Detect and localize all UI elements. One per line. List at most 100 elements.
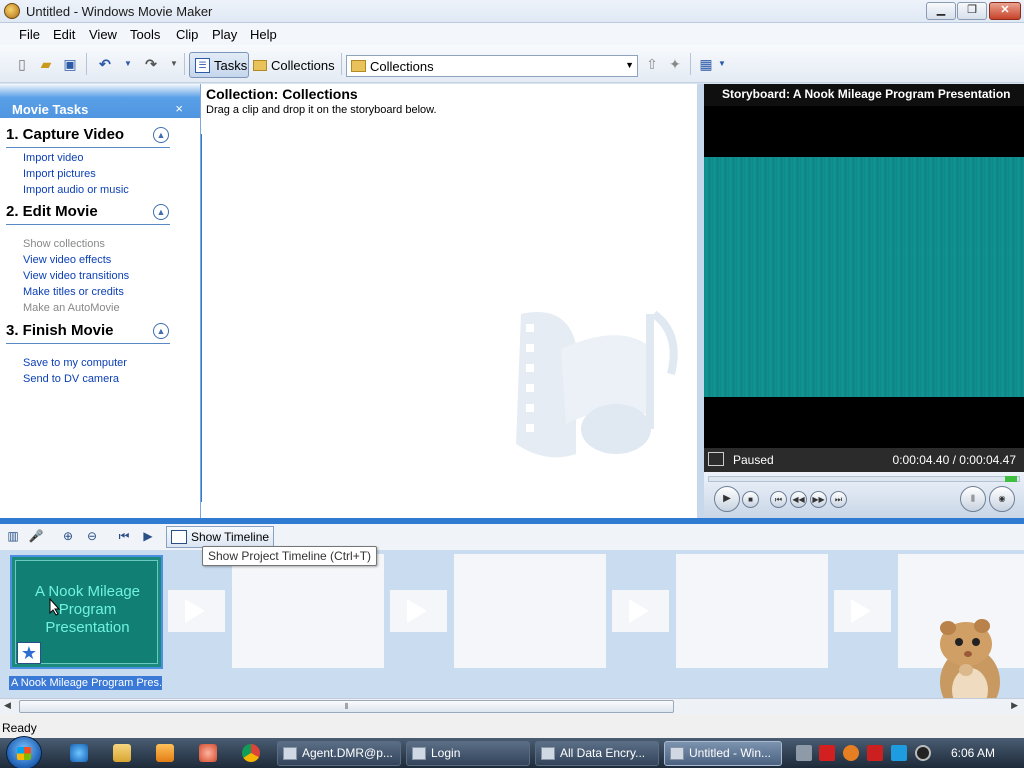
views-icon[interactable]: ▦: [698, 56, 714, 72]
empty-clip-slot[interactable]: [676, 554, 828, 668]
pane-divider: [201, 134, 202, 502]
empty-clip-slot[interactable]: [232, 554, 384, 668]
storyboard-clip[interactable]: A Nook Mileage Program Presentation ★: [10, 555, 163, 669]
menu-help[interactable]: Help: [250, 27, 277, 42]
tray-network-icon[interactable]: [796, 745, 812, 761]
collapse-icon[interactable]: ▲: [153, 127, 169, 143]
task-import-pictures[interactable]: Import pictures: [23, 166, 170, 182]
zoom-out-icon[interactable]: ⊖: [84, 529, 100, 545]
tasks-button[interactable]: ☰ Tasks: [189, 52, 249, 78]
scroll-left-icon[interactable]: ◀: [4, 700, 11, 711]
window-icon: [541, 747, 555, 760]
taskbar-item-login[interactable]: Login: [406, 741, 530, 766]
save-project-icon[interactable]: ▣: [62, 56, 78, 72]
close-button[interactable]: ✕: [989, 2, 1021, 20]
internet-explorer-icon[interactable]: [70, 744, 88, 762]
start-button[interactable]: [6, 736, 42, 768]
undo-dropdown-icon[interactable]: ▼: [120, 56, 136, 72]
tray-flag-icon[interactable]: [867, 745, 883, 761]
tray-display-icon[interactable]: [891, 745, 907, 761]
task-save-to-computer[interactable]: Save to my computer: [23, 355, 170, 371]
quick-launch-app-icon[interactable]: [199, 744, 217, 762]
pane-splitter[interactable]: [697, 84, 704, 518]
playback-controls: ▶ ■ ⏮ ◀◀ ▶▶ ⏭ ⫼ ◉: [704, 472, 1024, 518]
split-clip-icon[interactable]: ⫼: [960, 486, 986, 512]
movie-maker-app-icon[interactable]: [4, 3, 20, 19]
task-send-to-dv-camera[interactable]: Send to DV camera: [23, 371, 170, 387]
menu-file[interactable]: File: [19, 27, 40, 42]
scrollbar-thumb[interactable]: ⦀: [19, 700, 674, 713]
storyboard-horizontal-scrollbar[interactable]: ◀ ⦀ ▶: [0, 698, 1024, 714]
new-project-icon[interactable]: ▯: [14, 56, 30, 72]
redo-icon[interactable]: ↷: [143, 56, 159, 72]
chrome-icon[interactable]: [242, 744, 260, 762]
storyboard[interactable]: A Nook Mileage Program Presentation ★ A …: [0, 550, 1024, 698]
take-picture-icon[interactable]: ◉: [989, 486, 1015, 512]
full-screen-icon[interactable]: [708, 452, 724, 466]
section-capture-video: 1. Capture Video ▲ Import video Import pi…: [6, 126, 170, 198]
minimize-button[interactable]: ▁: [926, 2, 956, 20]
empty-clip-slot[interactable]: [454, 554, 606, 668]
tray-antivirus-icon[interactable]: [819, 745, 835, 761]
transition-slot[interactable]: [168, 590, 225, 632]
preview-title: Storyboard: A Nook Mileage Program Prese…: [704, 84, 1024, 106]
rewind-icon[interactable]: ◀◀: [790, 491, 807, 508]
stop-button[interactable]: ■: [742, 491, 759, 508]
narrate-icon[interactable]: 🎤: [28, 529, 44, 545]
taskbar-item-agent[interactable]: Agent.DMR@p...: [277, 741, 401, 766]
taskbar-clock[interactable]: 6:06 AM: [951, 746, 995, 760]
up-folder-icon[interactable]: ⇧: [644, 56, 660, 72]
redo-dropdown-icon[interactable]: ▼: [166, 56, 182, 72]
task-import-audio[interactable]: Import audio or music: [23, 182, 170, 198]
menu-clip[interactable]: Clip: [176, 27, 198, 42]
menu-view[interactable]: View: [89, 27, 117, 42]
media-player-icon[interactable]: [156, 744, 174, 762]
taskbar-item-all-data[interactable]: All Data Encry...: [535, 741, 659, 766]
task-view-video-transitions[interactable]: View video transitions: [23, 268, 170, 284]
taskbar-item-movie-maker[interactable]: Untitled - Win...: [664, 741, 782, 766]
chevron-down-icon: ▼: [625, 60, 634, 70]
transition-slot[interactable]: [834, 590, 891, 632]
seek-bar[interactable]: [708, 476, 1020, 482]
scroll-right-icon[interactable]: ▶: [1011, 700, 1018, 711]
menu-play[interactable]: Play: [212, 27, 237, 42]
new-collection-folder-icon[interactable]: ✦: [667, 56, 683, 72]
restore-button[interactable]: ❐: [957, 2, 987, 20]
menu-tools[interactable]: Tools: [130, 27, 160, 42]
zoom-in-icon[interactable]: ⊕: [60, 529, 76, 545]
next-frame-icon[interactable]: ⏭: [830, 491, 847, 508]
rewind-storyboard-icon[interactable]: ⏮: [116, 529, 132, 545]
file-explorer-icon[interactable]: [113, 744, 131, 762]
transition-slot[interactable]: [390, 590, 447, 632]
transition-slot[interactable]: [612, 590, 669, 632]
clip-thumbnail: A Nook Mileage Program Presentation ★: [15, 560, 158, 664]
collection-pane[interactable]: Collection: Collections Drag a clip and …: [201, 84, 697, 518]
collapse-icon[interactable]: ▲: [153, 204, 169, 220]
tray-search-icon[interactable]: [843, 745, 859, 761]
undo-icon[interactable]: ↶: [97, 56, 113, 72]
menu-edit[interactable]: Edit: [53, 27, 75, 42]
open-project-icon[interactable]: ▰: [38, 56, 54, 72]
close-tasks-icon[interactable]: ×: [175, 101, 183, 116]
clip-label[interactable]: A Nook Mileage Program Pres...: [9, 676, 162, 690]
previous-frame-icon[interactable]: ⏮: [770, 491, 787, 508]
show-timeline-label: Show Timeline: [191, 530, 270, 544]
task-make-titles[interactable]: Make titles or credits: [23, 284, 170, 300]
collections-button[interactable]: Collections: [253, 58, 335, 73]
play-storyboard-icon[interactable]: ▶: [140, 529, 156, 545]
tray-volume-icon[interactable]: [915, 745, 931, 761]
section-title[interactable]: 3. Finish Movie ▲: [6, 322, 170, 344]
views-dropdown-icon[interactable]: ▼: [714, 56, 730, 72]
task-view-video-effects[interactable]: View video effects: [23, 252, 170, 268]
section-title[interactable]: 1. Capture Video ▲: [6, 126, 170, 148]
play-button[interactable]: ▶: [714, 486, 740, 512]
collection-select[interactable]: Collections ▼: [346, 55, 638, 77]
section-title[interactable]: 2. Edit Movie ▲: [6, 203, 170, 225]
set-audio-levels-icon[interactable]: ▥: [5, 529, 21, 545]
task-import-video[interactable]: Import video: [23, 150, 170, 166]
show-timeline-button[interactable]: Show Timeline: [166, 526, 274, 548]
seek-thumb[interactable]: [1005, 476, 1017, 482]
fast-forward-icon[interactable]: ▶▶: [810, 491, 827, 508]
collapse-icon[interactable]: ▲: [153, 323, 169, 339]
title-bar: Untitled - Windows Movie Maker ▁ ❐ ✕: [0, 0, 1024, 23]
